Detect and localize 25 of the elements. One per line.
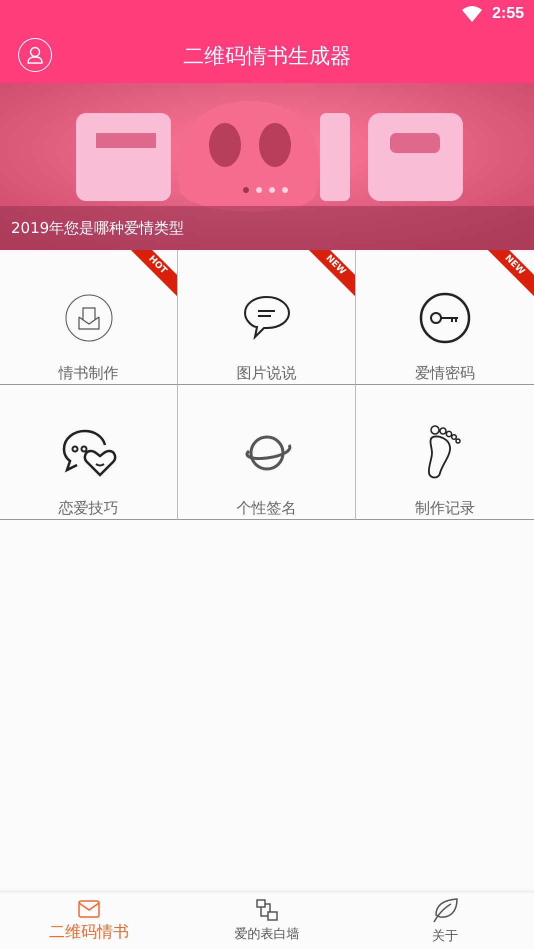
user-icon bbox=[27, 46, 43, 64]
feature-label: 制作记录 bbox=[415, 499, 475, 518]
profile-button[interactable] bbox=[18, 38, 52, 72]
status-time: 2:55 bbox=[492, 5, 524, 23]
key-icon bbox=[419, 292, 471, 344]
nav-tab[interactable]: 关于 bbox=[356, 893, 534, 949]
leaf-icon bbox=[432, 897, 458, 923]
wifi-icon bbox=[462, 6, 482, 22]
feature-label: 情书制作 bbox=[58, 364, 118, 383]
feature-label: 图片说说 bbox=[236, 364, 296, 383]
feature-label: 恋爱技巧 bbox=[58, 499, 118, 518]
envelope-icon bbox=[78, 900, 100, 918]
nav-tab[interactable]: 爱的表白墙 bbox=[178, 893, 356, 949]
feature-label: 个性签名 bbox=[236, 499, 296, 518]
envelope-icon bbox=[64, 294, 112, 342]
banner-caption: 2019年您是哪种爱情类型 bbox=[11, 218, 184, 238]
feature-tile[interactable]: 恋爱技巧 bbox=[0, 385, 178, 520]
app-title: 二维码情书生成器 bbox=[183, 42, 351, 70]
chat-heart-icon bbox=[60, 428, 116, 478]
feature-tile[interactable]: 制作记录 bbox=[356, 385, 534, 520]
chat-bubble-icon bbox=[242, 294, 292, 342]
connected-squares-icon bbox=[256, 899, 278, 921]
feature-label: 爱情密码 bbox=[415, 364, 475, 383]
feature-tile[interactable]: 个性签名 bbox=[178, 385, 356, 520]
nav-tab[interactable]: 二维码情书 bbox=[0, 893, 178, 949]
